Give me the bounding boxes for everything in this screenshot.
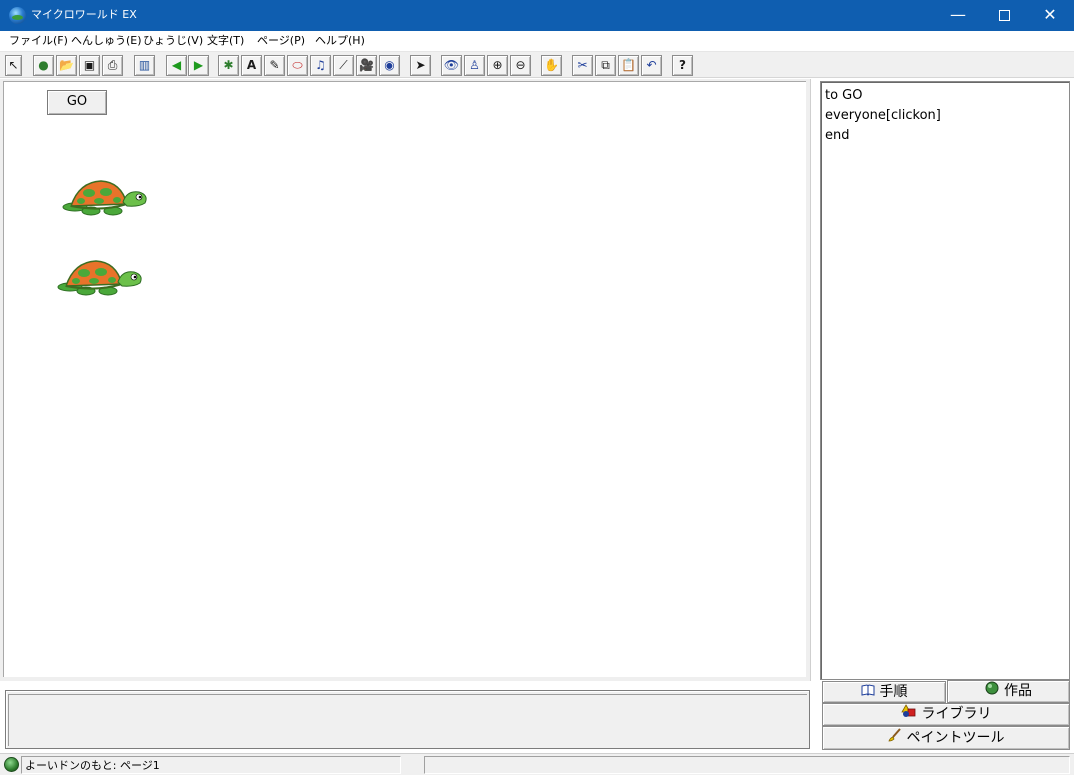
status-bar: よーいドンのもと: ページ1 bbox=[0, 753, 1074, 775]
maximize-button[interactable] bbox=[981, 0, 1027, 31]
paste-clipboard-icon: 📋 bbox=[621, 58, 636, 72]
code-line: to GO bbox=[825, 88, 863, 103]
select-arrow-button[interactable]: ↖ bbox=[5, 55, 22, 76]
close-button[interactable]: ✕ bbox=[1027, 0, 1073, 31]
tab-procedures[interactable]: 手順 bbox=[822, 681, 946, 703]
stamp-button[interactable]: ♙ bbox=[464, 55, 485, 76]
code-line: end bbox=[825, 128, 850, 143]
page-layout-icon: ▥ bbox=[138, 58, 151, 72]
eye-icon: 👁 bbox=[443, 58, 460, 72]
copy-icon: ⧉ bbox=[601, 58, 610, 72]
undo-button[interactable]: ↶ bbox=[641, 55, 662, 76]
procedures-editor[interactable]: to GO everyone[clickon] end bbox=[820, 81, 1070, 680]
tab-paint-tools-label: ペイントツール bbox=[906, 730, 1005, 746]
menu-bar: ファイル(F) へんしゅう(E) ひょうじ(V) 文字(T) ページ(P) ヘル… bbox=[0, 31, 1074, 52]
video-icon: 🎥 bbox=[359, 58, 374, 72]
cut-button[interactable]: ✂ bbox=[572, 55, 593, 76]
previous-page-button[interactable]: ◀ bbox=[166, 55, 187, 76]
music-button[interactable]: ♫ bbox=[310, 55, 331, 76]
next-page-icon: ▶ bbox=[193, 58, 204, 72]
close-icon: ✕ bbox=[1043, 5, 1057, 24]
zoom-out-icon: ⊖ bbox=[515, 58, 526, 72]
paintbrush-icon bbox=[887, 727, 902, 749]
code-line: everyone[clickon] bbox=[825, 108, 941, 123]
slider-icon: ⟋ bbox=[339, 58, 348, 72]
tab-library-label: ライブラリ bbox=[921, 706, 992, 722]
help-icon: ? bbox=[679, 58, 686, 72]
tab-project[interactable]: 作品 bbox=[947, 680, 1070, 703]
status-page-text: よーいドンのもと: ページ1 bbox=[25, 759, 160, 772]
go-button[interactable]: GO bbox=[47, 90, 107, 115]
menu-help[interactable]: ヘルプ(H) bbox=[315, 34, 365, 48]
text-box-button[interactable]: A bbox=[241, 55, 262, 76]
cut-scissors-icon: ✂ bbox=[577, 58, 588, 72]
button-tool-icon: ⬭ bbox=[292, 58, 303, 72]
new-turtle-icon: ✱ bbox=[223, 58, 234, 72]
video-button[interactable]: 🎥 bbox=[356, 55, 377, 76]
stop-hand-icon: ✋ bbox=[544, 58, 559, 72]
undo-icon: ↶ bbox=[646, 58, 657, 72]
window-title: マイクロワールド EX bbox=[31, 8, 137, 21]
minimize-button[interactable]: — bbox=[935, 0, 981, 31]
draw-tool-button[interactable]: ✎ bbox=[264, 55, 285, 76]
open-button[interactable]: 📂 bbox=[56, 55, 77, 76]
zoom-out-button[interactable]: ⊖ bbox=[510, 55, 531, 76]
menu-page[interactable]: ページ(P) bbox=[257, 34, 305, 48]
new-project-icon: ● bbox=[38, 58, 49, 72]
print-button[interactable]: ⎙ bbox=[102, 55, 123, 76]
minimize-icon: — bbox=[950, 5, 966, 24]
tab-library[interactable]: ライブラリ bbox=[822, 703, 1070, 726]
zoom-in-button[interactable]: ⊕ bbox=[487, 55, 508, 76]
command-center[interactable] bbox=[5, 690, 810, 749]
shapes-icon bbox=[900, 704, 917, 725]
globe-icon bbox=[985, 681, 999, 702]
print-icon: ⎙ bbox=[107, 58, 118, 72]
command-center-inner bbox=[8, 694, 807, 746]
stop-button[interactable]: ✋ bbox=[541, 55, 562, 76]
tab-paint-tools[interactable]: ペイントツール bbox=[822, 726, 1070, 750]
music-icon: ♫ bbox=[315, 58, 326, 72]
help-button[interactable]: ? bbox=[672, 55, 693, 76]
new-project-button[interactable]: ● bbox=[33, 55, 54, 76]
eye-button[interactable]: 👁 bbox=[441, 55, 462, 76]
open-folder-icon: 📂 bbox=[59, 58, 74, 72]
paste-button[interactable]: 📋 bbox=[618, 55, 639, 76]
menu-file[interactable]: ファイル(F) bbox=[9, 34, 68, 48]
project-canvas[interactable]: GO bbox=[3, 81, 806, 677]
status-field-page: よーいドンのもと: ページ1 bbox=[21, 756, 401, 774]
tab-procedures-label: 手順 bbox=[879, 684, 908, 700]
canvas-frame: GO bbox=[0, 79, 811, 681]
new-turtle-button[interactable]: ✱ bbox=[218, 55, 239, 76]
next-page-button[interactable]: ▶ bbox=[188, 55, 209, 76]
select-arrow-icon: ↖ bbox=[8, 58, 19, 72]
slider-button[interactable]: ⟋ bbox=[333, 55, 354, 76]
copy-button[interactable]: ⧉ bbox=[595, 55, 616, 76]
previous-page-icon: ◀ bbox=[171, 58, 182, 72]
pointer-icon: ➤ bbox=[415, 58, 426, 72]
draw-tool-icon: ✎ bbox=[269, 58, 280, 72]
app-globe-icon bbox=[9, 7, 26, 24]
button-tool-button[interactable]: ⬭ bbox=[287, 55, 308, 76]
text-box-icon: A bbox=[246, 58, 257, 72]
status-field-extra bbox=[424, 756, 1070, 774]
stamp-icon: ♙ bbox=[469, 58, 480, 72]
save-button[interactable]: ▣ bbox=[79, 55, 100, 76]
status-globe-icon bbox=[4, 757, 19, 772]
page-layout-button[interactable]: ▥ bbox=[134, 55, 155, 76]
turtle-1[interactable] bbox=[61, 178, 149, 218]
book-icon bbox=[861, 682, 875, 702]
menu-text[interactable]: 文字(T) bbox=[207, 34, 244, 48]
save-disk-icon: ▣ bbox=[83, 58, 96, 72]
toolbar: ↖ ● 📂 ▣ ⎙ ▥ ◀ ▶ ✱ A ✎ ⬭ ♫ ⟋ 🎥 ◉ ➤ 👁 ♙ ⊕ … bbox=[0, 52, 1074, 78]
pointer-button[interactable]: ➤ bbox=[410, 55, 431, 76]
title-bar: マイクロワールド EX — ✕ bbox=[0, 0, 1074, 31]
sound-icon: ◉ bbox=[384, 58, 395, 72]
maximize-icon bbox=[998, 10, 1010, 21]
sound-button[interactable]: ◉ bbox=[379, 55, 400, 76]
menu-view[interactable]: ひょうじ(V) bbox=[143, 34, 203, 48]
zoom-in-icon: ⊕ bbox=[492, 58, 503, 72]
turtle-2[interactable] bbox=[56, 258, 144, 298]
menu-edit[interactable]: へんしゅう(E) bbox=[71, 34, 142, 48]
tab-project-label: 作品 bbox=[1004, 683, 1032, 699]
